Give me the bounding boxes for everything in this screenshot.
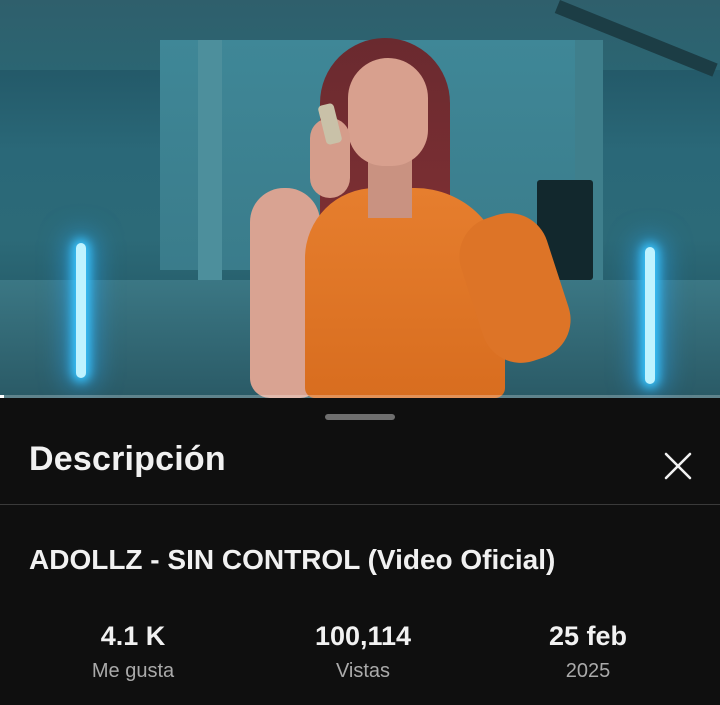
likes-label: Me gusta	[91, 660, 175, 682]
drag-handle[interactable]	[325, 414, 395, 420]
description-sheet: Descripción ADOLLZ - SIN CONTROL (Video …	[0, 398, 720, 705]
publish-year: 2025	[565, 660, 611, 682]
likes-count: 4.1 K	[100, 621, 166, 651]
stat-likes: 4.1 K Me gusta	[33, 620, 233, 683]
neon-light-left	[76, 243, 86, 378]
sheet-title: Descripción	[29, 440, 226, 478]
close-icon	[664, 452, 692, 480]
video-title: ADOLLZ - SIN CONTROL (Video Oficial)	[29, 544, 556, 575]
stat-views: 100,114 Vistas	[263, 620, 463, 683]
divider	[0, 504, 720, 505]
video-frame-column	[198, 40, 222, 310]
views-label: Vistas	[335, 660, 391, 682]
stat-date: 25 feb 2025	[488, 620, 688, 683]
views-count: 100,114	[314, 621, 412, 651]
publish-date: 25 feb	[548, 621, 628, 651]
video-frame-person	[240, 38, 581, 398]
video-player[interactable]	[0, 0, 720, 398]
neon-light-right	[645, 247, 655, 384]
close-button[interactable]	[654, 442, 702, 490]
